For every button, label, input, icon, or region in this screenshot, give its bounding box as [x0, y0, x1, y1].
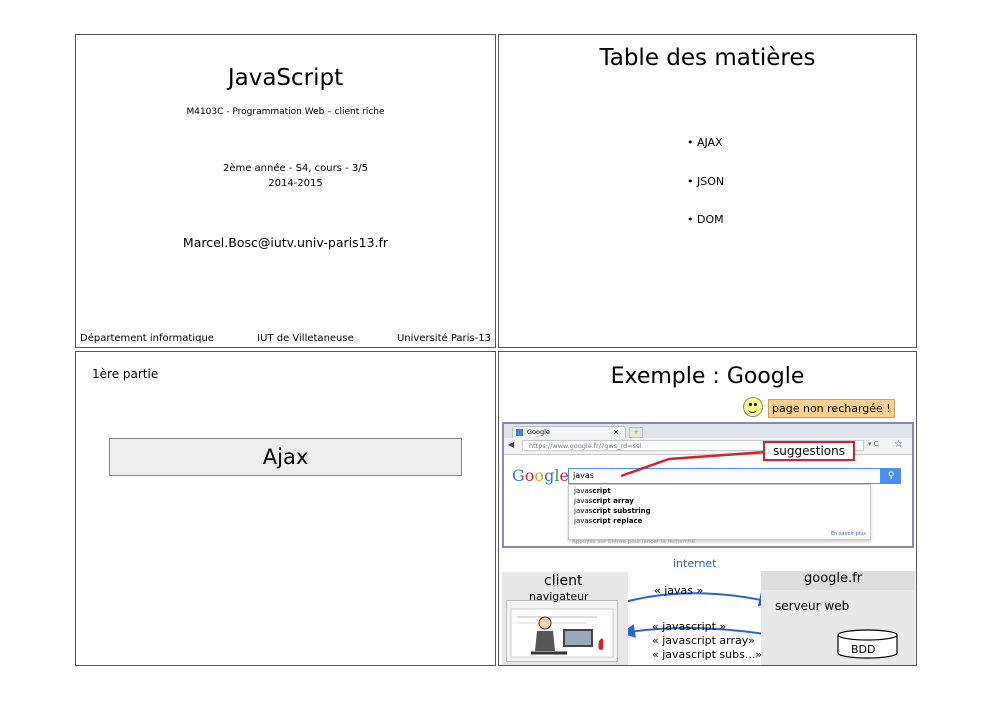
web-server-label: serveur web [775, 599, 850, 613]
footer-university: Université Paris-13 [396, 333, 491, 344]
response-label-3: « javascript subs...» [652, 648, 763, 661]
slide-example: Exemple : Google page non rechargée ! Go… [498, 351, 917, 666]
toc-item-ajax: • AJAX [687, 136, 723, 149]
toc-item-dom: • DOM [687, 213, 724, 226]
client-screen-illustration [506, 600, 618, 662]
suggestions-callout: suggestions [763, 441, 855, 461]
part-heading: Ajax [262, 445, 309, 469]
response-label-2: « javascript array» [652, 634, 755, 647]
database-label: BDD [851, 643, 876, 656]
course-title: JavaScript [227, 65, 344, 91]
client-label: client [544, 573, 583, 589]
internet-label: internet [673, 557, 717, 570]
slide-toc: Table des matières • AJAX • JSON • DOM [498, 34, 917, 348]
part-label: 1ère partie [92, 367, 159, 381]
footer-department: Département informatique [80, 333, 214, 344]
course-year: 2ème année - S4, cours - 3/5 [222, 163, 369, 174]
slide-title: JavaScript M4103C - Programmation Web – … [75, 34, 496, 348]
slide-part: 1ère partie Ajax [75, 351, 496, 666]
toc-title: Table des matières [599, 45, 816, 71]
suggestion-pointer-line [620, 450, 768, 478]
footer-institute: IUT de Villetaneuse [257, 333, 354, 344]
request-label: « javas » [654, 584, 704, 597]
response-label-1: « javascript » [652, 620, 727, 633]
toc-item-json: • JSON [687, 175, 725, 188]
author-email: Marcel.Bosc@iutv.univ-paris13.fr [182, 235, 389, 250]
course-dates: 2014-2015 [268, 178, 323, 189]
course-subtitle: M4103C - Programmation Web – client rich… [186, 107, 385, 117]
navigator-label: navigateur [529, 590, 589, 603]
user-at-computer-icon [510, 608, 614, 658]
part-heading-box: Ajax [109, 438, 462, 476]
server-label: google.fr [804, 571, 863, 586]
slide-footer: Département informatique IUT de Villetan… [80, 333, 491, 344]
